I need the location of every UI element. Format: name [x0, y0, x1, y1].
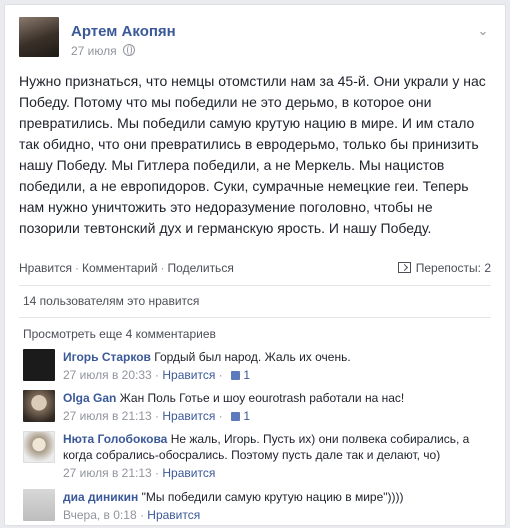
comment-like-count[interactable]: 1	[243, 368, 250, 382]
comment-text: "Мы победили самую крутую нацию в мире")…	[141, 490, 404, 504]
chevron-down-icon[interactable]: ⌄	[475, 23, 491, 39]
author-name[interactable]: Артем Акопян	[71, 23, 176, 40]
separator: ·	[74, 261, 79, 275]
post-actions: Нравится · Комментарий · Поделиться Перепост…	[19, 261, 495, 277]
separator: ·	[160, 261, 165, 275]
comment-like-button[interactable]: Нравится	[162, 368, 215, 382]
comment-author[interactable]: диа диникин	[63, 490, 138, 504]
comment-author[interactable]: Игорь Старков	[63, 350, 151, 364]
like-button[interactable]: Нравится	[19, 261, 72, 275]
comment-like-button[interactable]: Нравится	[162, 466, 215, 480]
comment-text: Гордый был народ. Жаль их очень.	[154, 350, 351, 364]
avatar[interactable]	[23, 489, 55, 521]
comment-button[interactable]: Комментарий	[82, 261, 158, 275]
post-date[interactable]: 27 июля	[71, 44, 117, 58]
comment-author[interactable]: Нюта Голобокова	[63, 432, 167, 446]
avatar[interactable]	[23, 390, 55, 422]
comment-time[interactable]: Вчера, в 0:18	[63, 508, 137, 522]
post-card: Артем Акопян 27 июля ⌄ Нужно признаться,…	[4, 4, 506, 526]
post-text: Нужно признаться, что немцы отомстили на…	[19, 73, 486, 236]
thumbs-up-icon	[231, 371, 240, 380]
divider	[19, 285, 491, 286]
thumbs-up-icon	[231, 412, 240, 421]
comment-time[interactable]: 27 июля в 21:13	[63, 466, 152, 480]
comment-text: Жан Поль Готье и шоу eourotrash работали…	[119, 391, 405, 405]
comment-like-button[interactable]: Нравится	[162, 409, 215, 423]
avatar[interactable]	[23, 431, 55, 463]
share-button[interactable]: Поделиться	[168, 261, 234, 275]
comment-time[interactable]: 27 июля в 21:13	[63, 409, 152, 423]
reposts-label: Перепосты: 2	[415, 261, 491, 275]
globe-icon	[122, 44, 135, 56]
view-more-comments[interactable]: Просмотреть еще 4 комментариев	[23, 327, 216, 341]
comment-author[interactable]: Olga Gan	[63, 391, 116, 405]
avatar[interactable]	[23, 349, 55, 381]
divider	[19, 317, 491, 318]
post-meta: 27 июля	[71, 44, 135, 58]
post-header: Артем Акопян 27 июля ⌄	[19, 17, 491, 61]
comment-like-button[interactable]: Нравится	[147, 508, 200, 522]
likes-summary[interactable]: 14 пользователям это нравится	[23, 294, 199, 308]
reposts-count[interactable]: Перепосты: 2	[397, 261, 491, 275]
share-icon	[397, 262, 411, 273]
author-avatar[interactable]	[19, 17, 59, 57]
comment-time[interactable]: 27 июля в 20:33	[63, 368, 152, 382]
comment-like-count[interactable]: 1	[243, 409, 250, 423]
